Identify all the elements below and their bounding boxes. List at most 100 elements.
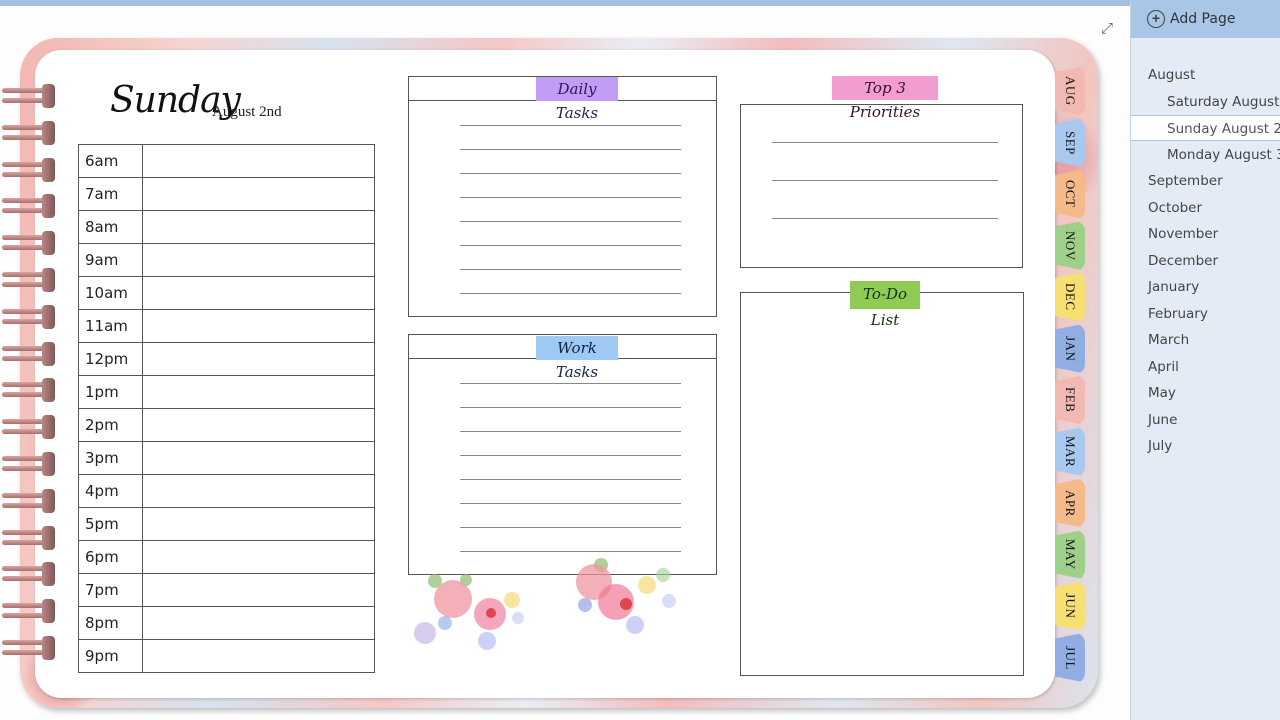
time-label: 9pm xyxy=(78,639,143,673)
month-tab-jun[interactable]: JUN xyxy=(1055,581,1085,631)
schedule-entry-cell[interactable] xyxy=(142,507,375,541)
month-tab-nov[interactable]: NOV xyxy=(1055,220,1085,271)
schedule-row: 9pm xyxy=(78,639,375,673)
section-item[interactable]: March xyxy=(1131,327,1280,353)
schedule-entry-cell[interactable] xyxy=(142,540,375,574)
spiral-ring xyxy=(2,194,56,219)
ruled-line xyxy=(460,407,681,408)
month-tab-aug[interactable]: AUG xyxy=(1055,66,1085,116)
spiral-ring xyxy=(2,378,56,403)
schedule-entry-cell[interactable] xyxy=(142,342,375,376)
month-tab-feb[interactable]: FEB xyxy=(1055,375,1085,425)
schedule-entry-cell[interactable] xyxy=(142,606,375,640)
section-item[interactable]: June xyxy=(1131,407,1280,433)
section-item[interactable]: December xyxy=(1131,248,1280,274)
month-tab-dec[interactable]: DEC xyxy=(1055,272,1085,322)
spiral-ring xyxy=(2,304,56,329)
section-item[interactable]: August xyxy=(1131,62,1280,88)
spiral-ring xyxy=(2,120,56,145)
schedule-row: 1pm xyxy=(78,375,375,409)
month-tab-label: SEP xyxy=(1063,130,1078,155)
work-tasks-label: Work Tasks xyxy=(536,336,618,381)
page-item[interactable]: Monday August 3rd xyxy=(1131,142,1280,168)
ruled-line xyxy=(460,527,681,528)
spiral-ring xyxy=(2,268,56,292)
schedule-entry-cell[interactable] xyxy=(142,441,375,475)
page-list-sidebar: + Add Page AugustSaturday August 1stSund… xyxy=(1130,0,1280,720)
schedule-entry-cell[interactable] xyxy=(142,309,375,343)
schedule-entry-cell[interactable] xyxy=(142,210,375,244)
time-label: 7am xyxy=(78,177,143,211)
flower-petal xyxy=(478,632,496,650)
spiral-ring xyxy=(2,157,56,182)
schedule-entry-cell[interactable] xyxy=(142,375,375,409)
ruled-line xyxy=(460,197,681,198)
month-tab-jul[interactable]: JUL xyxy=(1055,632,1085,683)
section-item[interactable]: October xyxy=(1131,195,1280,221)
ruled-line xyxy=(772,180,998,181)
schedule-row: 11am xyxy=(78,309,375,343)
schedule-entry-cell[interactable] xyxy=(142,144,375,178)
section-item[interactable]: September xyxy=(1131,168,1280,194)
ruled-line xyxy=(772,142,998,143)
spiral-ring xyxy=(2,525,56,550)
time-label: 8pm xyxy=(78,606,143,640)
section-item[interactable]: February xyxy=(1131,301,1280,327)
time-label: 6pm xyxy=(78,540,143,574)
schedule-row: 7am xyxy=(78,177,375,211)
month-tab-may[interactable]: MAY xyxy=(1055,529,1085,580)
month-tab-label: DEC xyxy=(1063,283,1078,311)
section-item[interactable]: May xyxy=(1131,380,1280,406)
spiral-ring xyxy=(2,599,56,624)
schedule-entry-cell[interactable] xyxy=(142,177,375,211)
todo-list-label: To-Do List xyxy=(850,281,920,329)
section-item[interactable]: July xyxy=(1131,433,1280,459)
schedule-row: 9am xyxy=(78,243,375,277)
expand-icon[interactable]: ⤢ xyxy=(1098,20,1116,38)
schedule-row: 10am xyxy=(78,276,375,310)
spiral-ring xyxy=(2,84,56,108)
flower-petal xyxy=(662,594,676,608)
month-tab-label: NOV xyxy=(1063,230,1078,261)
ruled-line xyxy=(460,125,681,126)
schedule-entry-cell[interactable] xyxy=(142,276,375,310)
time-label: 7pm xyxy=(78,573,143,607)
schedule-entry-cell[interactable] xyxy=(142,474,375,508)
flower-petal xyxy=(434,580,472,618)
schedule-row: 6pm xyxy=(78,540,375,574)
todo-list-box[interactable] xyxy=(740,292,1024,676)
month-tab-label: JUL xyxy=(1063,645,1078,670)
schedule-entry-cell[interactable] xyxy=(142,243,375,277)
schedule-row: 2pm xyxy=(78,408,375,442)
schedule-entry-cell[interactable] xyxy=(142,639,375,673)
month-tab-label: JAN xyxy=(1063,335,1078,362)
flower-petal xyxy=(626,616,644,634)
month-tab-apr[interactable]: APR xyxy=(1055,478,1085,528)
time-label: 3pm xyxy=(78,441,143,475)
schedule-row: 8pm xyxy=(78,606,375,640)
section-item[interactable]: April xyxy=(1131,354,1280,380)
schedule-row: 7pm xyxy=(78,573,375,607)
schedule-entry-cell[interactable] xyxy=(142,408,375,442)
time-label: 4pm xyxy=(78,474,143,508)
section-item[interactable]: November xyxy=(1131,221,1280,247)
month-tab-oct[interactable]: OCT xyxy=(1055,169,1085,219)
ruled-line xyxy=(460,479,681,480)
section-item[interactable]: January xyxy=(1131,274,1280,300)
month-tab-sep[interactable]: SEP xyxy=(1055,117,1085,168)
flower-petal xyxy=(438,616,452,630)
page-item[interactable]: Saturday August 1st xyxy=(1131,89,1280,115)
add-page-button[interactable]: + Add Page xyxy=(1131,0,1280,38)
schedule-entry-cell[interactable] xyxy=(142,573,375,607)
schedule-row: 3pm xyxy=(78,441,375,475)
top-priorities-label: Top 3 Priorities xyxy=(832,76,938,121)
flower-petal xyxy=(638,576,656,594)
flower-petal xyxy=(504,592,520,608)
ruled-line xyxy=(772,218,998,219)
month-tab-mar[interactable]: MAR xyxy=(1055,426,1085,477)
month-tab-label: OCT xyxy=(1063,180,1078,208)
month-tab-jan[interactable]: JAN xyxy=(1055,323,1085,374)
top-priorities-box[interactable] xyxy=(740,104,1023,268)
month-tab-label: MAR xyxy=(1063,435,1078,468)
page-item[interactable]: Sunday August 2nd xyxy=(1131,115,1280,141)
